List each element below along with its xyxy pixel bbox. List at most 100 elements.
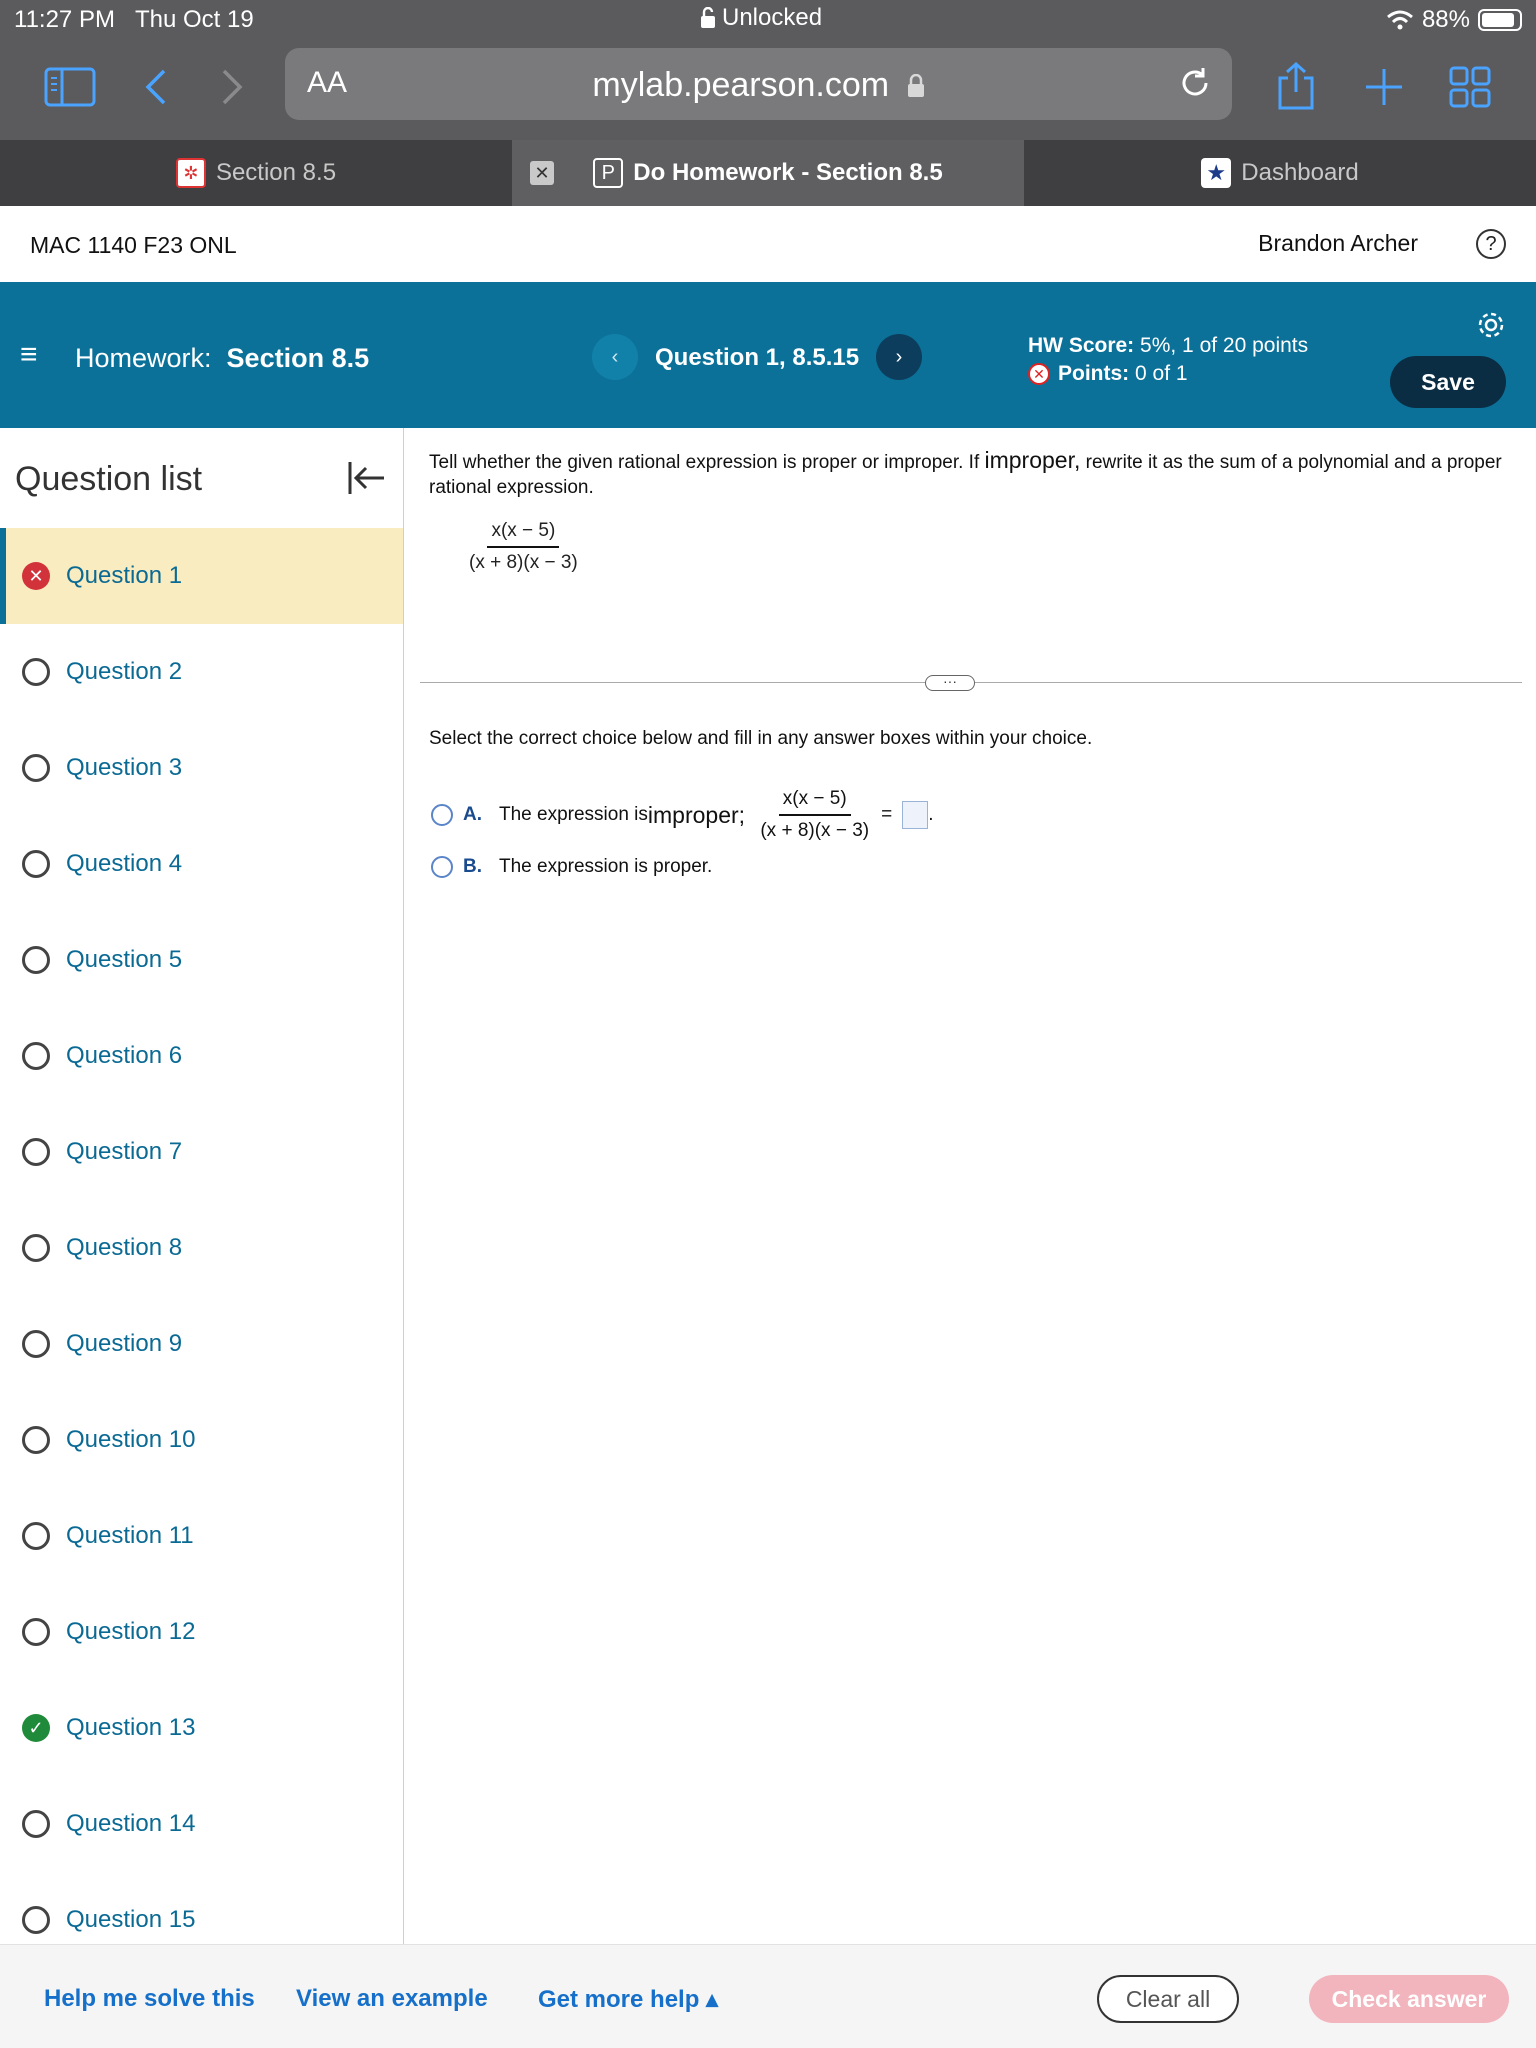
lock-icon xyxy=(907,73,924,97)
star-icon: ★ xyxy=(1201,158,1232,188)
question-prompt: Tell whether the given rational expressi… xyxy=(429,447,1502,499)
incorrect-icon: ✕ xyxy=(1028,363,1050,386)
wifi-icon xyxy=(1386,10,1413,30)
question-list-item[interactable]: Question 15 xyxy=(0,1872,403,1944)
question-list-item[interactable]: Question 12 xyxy=(0,1584,403,1680)
choice-b[interactable]: B. The expression is proper. xyxy=(431,856,712,878)
unanswered-circle-icon xyxy=(22,1042,50,1070)
view-example-link[interactable]: View an example xyxy=(296,1985,488,2013)
choice-a-text: The expression is xyxy=(499,804,648,825)
unanswered-circle-icon xyxy=(22,754,50,782)
menu-icon[interactable]: ≡ xyxy=(20,338,38,372)
tab-do-homework[interactable]: ✕ P Do Homework - Section 8.5 xyxy=(512,140,1024,206)
question-label: Question 8 xyxy=(66,1234,183,1261)
hw-score: HW Score: 5%, 1 of 20 points xyxy=(1028,334,1309,357)
user-name[interactable]: Brandon Archer xyxy=(1258,230,1418,257)
battery-percent: 88% xyxy=(1421,6,1470,33)
correct-check-icon: ✓ xyxy=(22,1714,50,1742)
question-list-title: Question list xyxy=(15,460,203,498)
unanswered-circle-icon xyxy=(22,1522,50,1550)
question-title: Question 1, 8.5.15 xyxy=(655,344,860,371)
question-label: Question 6 xyxy=(66,1042,183,1069)
footer-bar: Help me solve this View an example Get m… xyxy=(0,1944,1536,2048)
lock-open-icon xyxy=(701,7,715,28)
question-label: Question 7 xyxy=(66,1138,183,1165)
previous-question-button[interactable]: ‹ xyxy=(592,334,638,380)
unanswered-circle-icon xyxy=(22,1138,50,1166)
choice-a[interactable]: A. The expression is improper; x(x − 5) (… xyxy=(431,788,933,842)
question-list-item[interactable]: Question 7 xyxy=(0,1104,403,1200)
check-answer-button[interactable]: Check answer xyxy=(1309,1975,1509,2023)
choice-b-text: The expression is proper. xyxy=(499,856,713,877)
course-header: MAC 1140 F23 ONL Brandon Archer ? xyxy=(0,206,1536,282)
status-lock: Unlocked xyxy=(700,4,822,32)
question-label: Question 13 xyxy=(66,1714,196,1741)
address-bar[interactable]: AA mylab.pearson.com xyxy=(285,48,1232,120)
question-list-item[interactable]: Question 14 xyxy=(0,1776,403,1872)
get-more-help-link[interactable]: Get more help ▴ xyxy=(538,1985,718,2014)
choice-a-denominator: (x + 8)(x − 3) xyxy=(760,820,870,841)
pearson-red-icon: ✲ xyxy=(175,158,206,188)
browser-chrome: 11:27 PM Thu Oct 19 Unlocked 88% AA myla… xyxy=(0,0,1536,140)
forward-icon[interactable] xyxy=(204,62,260,112)
question-list-item[interactable]: Question 8 xyxy=(0,1200,403,1296)
question-list-item[interactable]: Question 2 xyxy=(0,624,403,720)
radio-choice-b[interactable] xyxy=(431,856,453,878)
settings-gear-icon[interactable] xyxy=(1476,310,1506,345)
status-bar: 11:27 PM Thu Oct 19 Unlocked 88% xyxy=(0,0,1536,40)
unanswered-circle-icon xyxy=(22,946,50,974)
question-label: Question 10 xyxy=(66,1426,196,1453)
reload-icon[interactable] xyxy=(1176,64,1214,107)
tab-section-8-5[interactable]: ✲ Section 8.5 xyxy=(0,140,512,206)
unanswered-circle-icon xyxy=(22,1906,50,1934)
sidebar-toggle-icon[interactable] xyxy=(42,62,98,112)
question-list-item[interactable]: ✕ Question 1 xyxy=(0,528,403,624)
clear-all-button[interactable]: Clear all xyxy=(1097,1975,1239,2023)
unanswered-circle-icon xyxy=(22,1426,50,1454)
tab-label: Dashboard xyxy=(1241,159,1359,186)
unanswered-circle-icon xyxy=(22,658,50,686)
question-list-item[interactable]: Question 6 xyxy=(0,1008,403,1104)
question-label: Question 5 xyxy=(66,946,183,973)
battery-icon xyxy=(1478,9,1522,31)
choice-a-letter: A. xyxy=(463,804,482,825)
numerator: x(x − 5) xyxy=(487,520,560,548)
question-label: Question 14 xyxy=(66,1810,196,1837)
status-right: 88% xyxy=(1386,6,1522,34)
tab-dashboard[interactable]: ★ Dashboard xyxy=(1024,140,1536,206)
rational-expression: x(x − 5) (x + 8)(x − 3) xyxy=(465,520,582,574)
tab-overview-icon[interactable] xyxy=(1442,62,1498,112)
question-label: Question 1 xyxy=(66,562,183,589)
homework-bar: ≡ Homework: Section 8.5 ‹ Question 1, 8.… xyxy=(0,282,1536,428)
save-button[interactable]: Save xyxy=(1390,356,1506,408)
question-panel: Tell whether the given rational expressi… xyxy=(405,428,1536,1944)
expand-dots-icon[interactable]: ··· xyxy=(925,674,975,691)
question-list-item[interactable]: Question 10 xyxy=(0,1392,403,1488)
question-list-item[interactable]: Question 3 xyxy=(0,720,403,816)
next-question-button[interactable]: › xyxy=(876,334,922,380)
denominator: (x + 8)(x − 3) xyxy=(469,552,578,573)
question-list-item[interactable]: Question 4 xyxy=(0,816,403,912)
equals-sign: = xyxy=(881,804,893,825)
share-icon[interactable] xyxy=(1268,62,1324,112)
question-label: Question 9 xyxy=(66,1330,183,1357)
question-list-item[interactable]: Question 11 xyxy=(0,1488,403,1584)
points: ✕ Points: 0 of 1 xyxy=(1028,360,1308,388)
url-text: mylab.pearson.com xyxy=(285,66,1232,105)
course-name: MAC 1140 F23 ONL xyxy=(30,232,237,258)
p-icon: P xyxy=(593,158,624,188)
radio-choice-a[interactable] xyxy=(431,804,453,826)
homework-title: Homework: Section 8.5 xyxy=(75,343,370,373)
incorrect-icon: ✕ xyxy=(22,562,50,590)
collapse-sidebar-icon[interactable] xyxy=(346,460,386,501)
question-list-item[interactable]: Question 5 xyxy=(0,912,403,1008)
choice-a-improper: improper; xyxy=(647,801,746,828)
answer-box[interactable] xyxy=(902,801,929,829)
close-tab-icon[interactable]: ✕ xyxy=(530,161,554,185)
help-me-solve-link[interactable]: Help me solve this xyxy=(44,1985,255,2013)
help-icon[interactable]: ? xyxy=(1476,229,1506,259)
new-tab-icon[interactable] xyxy=(1356,62,1412,112)
question-list-item[interactable]: ✓ Question 13 xyxy=(0,1680,403,1776)
question-list-item[interactable]: Question 9 xyxy=(0,1296,403,1392)
back-icon[interactable] xyxy=(128,62,184,112)
